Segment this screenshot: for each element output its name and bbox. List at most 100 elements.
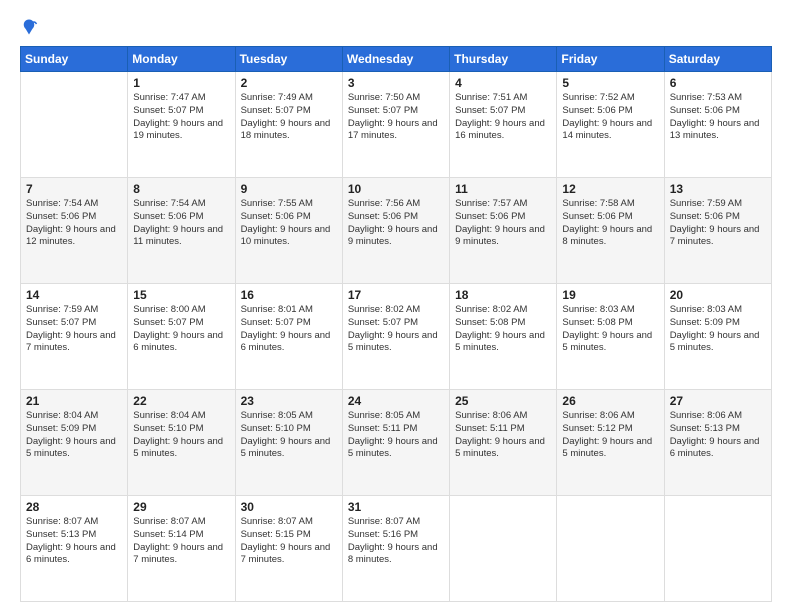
weekday-header-wednesday: Wednesday <box>342 47 449 72</box>
day-info: Sunrise: 7:50 AMSunset: 5:07 PMDaylight:… <box>348 92 444 143</box>
day-number: 21 <box>26 394 122 408</box>
day-number: 10 <box>348 182 444 196</box>
page: SundayMondayTuesdayWednesdayThursdayFrid… <box>0 0 792 612</box>
day-number: 30 <box>241 500 337 514</box>
calendar-cell: 16 Sunrise: 8:01 AMSunset: 5:07 PMDayligh… <box>235 284 342 390</box>
calendar-cell: 22Sunrise: 8:04 AMSunset: 5:10 PMDayligh… <box>128 390 235 496</box>
calendar-cell: 2 Sunrise: 7:49 AMSunset: 5:07 PMDaylight… <box>235 72 342 178</box>
calendar-table: SundayMondayTuesdayWednesdayThursdayFrid… <box>20 46 772 602</box>
day-info: Sunrise: 8:06 AMSunset: 5:12 PMDaylight:… <box>562 410 658 461</box>
calendar-cell: 11 Sunrise: 7:57 AMSunset: 5:06 PMDayligh… <box>450 178 557 284</box>
day-number: 13 <box>670 182 766 196</box>
day-number: 24 <box>348 394 444 408</box>
calendar-cell: 13 Sunrise: 7:59 AMSunset: 5:06 PMDayligh… <box>664 178 771 284</box>
calendar-cell: 18Sunrise: 8:02 AMSunset: 5:08 PMDayligh… <box>450 284 557 390</box>
calendar-cell: 5 Sunrise: 7:52 AMSunset: 5:06 PMDaylight… <box>557 72 664 178</box>
day-info: Sunrise: 8:02 AMSunset: 5:07 PMDaylight:… <box>348 304 444 355</box>
logo-icon <box>20 18 38 36</box>
day-info: Sunrise: 7:59 AMSunset: 5:07 PMDaylight:… <box>26 304 122 355</box>
header <box>20 18 772 36</box>
calendar-cell: 21Sunrise: 8:04 AMSunset: 5:09 PMDayligh… <box>21 390 128 496</box>
day-number: 9 <box>241 182 337 196</box>
day-info: Sunrise: 8:05 AMSunset: 5:11 PMDaylight:… <box>348 410 444 461</box>
day-number: 27 <box>670 394 766 408</box>
day-number: 31 <box>348 500 444 514</box>
day-number: 26 <box>562 394 658 408</box>
day-number: 28 <box>26 500 122 514</box>
calendar-cell: 26 Sunrise: 8:06 AMSunset: 5:12 PMDayligh… <box>557 390 664 496</box>
calendar-cell: 3 Sunrise: 7:50 AMSunset: 5:07 PMDaylight… <box>342 72 449 178</box>
day-number: 19 <box>562 288 658 302</box>
calendar-cell: 14Sunrise: 7:59 AMSunset: 5:07 PMDayligh… <box>21 284 128 390</box>
calendar-cell: 27 Sunrise: 8:06 AMSunset: 5:13 PMDayligh… <box>664 390 771 496</box>
day-info: Sunrise: 7:52 AMSunset: 5:06 PMDaylight:… <box>562 92 658 143</box>
calendar-cell: 24 Sunrise: 8:05 AMSunset: 5:11 PMDayligh… <box>342 390 449 496</box>
day-number: 1 <box>133 76 229 90</box>
calendar-cell <box>664 496 771 602</box>
day-number: 7 <box>26 182 122 196</box>
calendar-cell <box>450 496 557 602</box>
calendar-cell: 8Sunrise: 7:54 AMSunset: 5:06 PMDaylight… <box>128 178 235 284</box>
calendar-cell: 31 Sunrise: 8:07 AMSunset: 5:16 PMDayligh… <box>342 496 449 602</box>
day-info: Sunrise: 7:54 AMSunset: 5:06 PMDaylight:… <box>26 198 122 249</box>
day-info: Sunrise: 8:03 AMSunset: 5:08 PMDaylight:… <box>562 304 658 355</box>
day-info: Sunrise: 7:47 AMSunset: 5:07 PMDaylight:… <box>133 92 229 143</box>
day-info: Sunrise: 7:58 AMSunset: 5:06 PMDaylight:… <box>562 198 658 249</box>
day-number: 20 <box>670 288 766 302</box>
day-number: 12 <box>562 182 658 196</box>
day-info: Sunrise: 8:01 AMSunset: 5:07 PMDaylight:… <box>241 304 337 355</box>
day-info: Sunrise: 7:49 AMSunset: 5:07 PMDaylight:… <box>241 92 337 143</box>
day-info: Sunrise: 8:07 AMSunset: 5:15 PMDaylight:… <box>241 516 337 567</box>
calendar-cell: 19 Sunrise: 8:03 AMSunset: 5:08 PMDayligh… <box>557 284 664 390</box>
day-number: 6 <box>670 76 766 90</box>
calendar-cell <box>557 496 664 602</box>
calendar-cell: 6 Sunrise: 7:53 AMSunset: 5:06 PMDaylight… <box>664 72 771 178</box>
calendar-cell: 29 Sunrise: 8:07 AMSunset: 5:14 PMDayligh… <box>128 496 235 602</box>
calendar-cell: 15Sunrise: 8:00 AMSunset: 5:07 PMDayligh… <box>128 284 235 390</box>
day-number: 25 <box>455 394 551 408</box>
day-number: 11 <box>455 182 551 196</box>
calendar-week-row: 7 Sunrise: 7:54 AMSunset: 5:06 PMDaylight… <box>21 178 772 284</box>
day-number: 29 <box>133 500 229 514</box>
calendar-cell <box>21 72 128 178</box>
calendar-week-row: 21Sunrise: 8:04 AMSunset: 5:09 PMDayligh… <box>21 390 772 496</box>
weekday-header-monday: Monday <box>128 47 235 72</box>
calendar-week-row: 1 Sunrise: 7:47 AMSunset: 5:07 PMDaylight… <box>21 72 772 178</box>
day-number: 5 <box>562 76 658 90</box>
weekday-header-saturday: Saturday <box>664 47 771 72</box>
day-number: 15 <box>133 288 229 302</box>
calendar-cell: 25 Sunrise: 8:06 AMSunset: 5:11 PMDayligh… <box>450 390 557 496</box>
weekday-header-tuesday: Tuesday <box>235 47 342 72</box>
calendar-cell: 4Sunrise: 7:51 AMSunset: 5:07 PMDaylight… <box>450 72 557 178</box>
day-number: 23 <box>241 394 337 408</box>
calendar-cell: 23Sunrise: 8:05 AMSunset: 5:10 PMDayligh… <box>235 390 342 496</box>
calendar-cell: 10 Sunrise: 7:56 AMSunset: 5:06 PMDayligh… <box>342 178 449 284</box>
weekday-header-thursday: Thursday <box>450 47 557 72</box>
day-info: Sunrise: 7:51 AMSunset: 5:07 PMDaylight:… <box>455 92 551 143</box>
day-info: Sunrise: 8:07 AMSunset: 5:16 PMDaylight:… <box>348 516 444 567</box>
day-info: Sunrise: 8:03 AMSunset: 5:09 PMDaylight:… <box>670 304 766 355</box>
day-info: Sunrise: 8:06 AMSunset: 5:13 PMDaylight:… <box>670 410 766 461</box>
day-info: Sunrise: 7:57 AMSunset: 5:06 PMDaylight:… <box>455 198 551 249</box>
calendar-week-row: 14Sunrise: 7:59 AMSunset: 5:07 PMDayligh… <box>21 284 772 390</box>
day-info: Sunrise: 8:04 AMSunset: 5:10 PMDaylight:… <box>133 410 229 461</box>
day-info: Sunrise: 7:56 AMSunset: 5:06 PMDaylight:… <box>348 198 444 249</box>
calendar-cell: 12 Sunrise: 7:58 AMSunset: 5:06 PMDayligh… <box>557 178 664 284</box>
day-info: Sunrise: 7:59 AMSunset: 5:06 PMDaylight:… <box>670 198 766 249</box>
calendar-cell: 17Sunrise: 8:02 AMSunset: 5:07 PMDayligh… <box>342 284 449 390</box>
day-number: 18 <box>455 288 551 302</box>
day-info: Sunrise: 7:53 AMSunset: 5:06 PMDaylight:… <box>670 92 766 143</box>
weekday-header-sunday: Sunday <box>21 47 128 72</box>
logo <box>20 18 42 36</box>
day-number: 16 <box>241 288 337 302</box>
day-info: Sunrise: 8:06 AMSunset: 5:11 PMDaylight:… <box>455 410 551 461</box>
day-number: 2 <box>241 76 337 90</box>
day-info: Sunrise: 7:54 AMSunset: 5:06 PMDaylight:… <box>133 198 229 249</box>
calendar-cell: 20 Sunrise: 8:03 AMSunset: 5:09 PMDayligh… <box>664 284 771 390</box>
day-info: Sunrise: 8:07 AMSunset: 5:14 PMDaylight:… <box>133 516 229 567</box>
calendar-cell: 30 Sunrise: 8:07 AMSunset: 5:15 PMDayligh… <box>235 496 342 602</box>
day-info: Sunrise: 7:55 AMSunset: 5:06 PMDaylight:… <box>241 198 337 249</box>
day-info: Sunrise: 8:07 AMSunset: 5:13 PMDaylight:… <box>26 516 122 567</box>
day-number: 3 <box>348 76 444 90</box>
calendar-cell: 7 Sunrise: 7:54 AMSunset: 5:06 PMDaylight… <box>21 178 128 284</box>
